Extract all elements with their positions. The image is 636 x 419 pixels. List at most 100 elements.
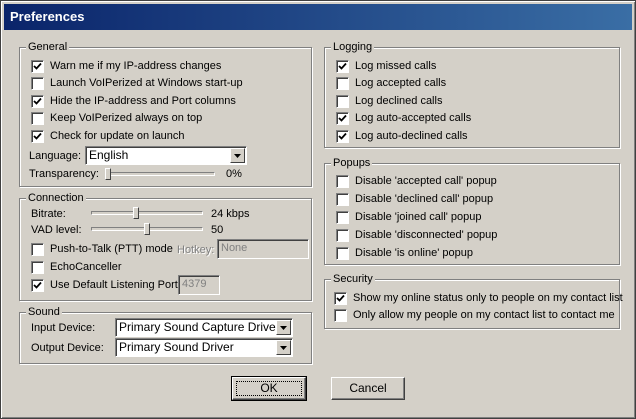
language-label: Language: [29,150,81,162]
general-option-hide-columns[interactable]: Hide the IP-address and Port columns [31,93,236,109]
chevron-down-icon[interactable] [276,340,291,355]
log-auto-accepted-option[interactable]: Log auto-accepted calls [336,110,471,126]
checkbox-icon[interactable] [336,192,349,206]
output-device-select[interactable]: Primary Sound Driver [115,338,293,357]
option-label: Disable 'is online' popup [355,247,473,259]
transparency-value: 0% [226,168,242,180]
chevron-down-icon[interactable] [276,320,291,335]
ptt-mode-option[interactable]: Push-to-Talk (PTT) mode [31,241,173,257]
input-device-label: Input Device: [31,322,96,334]
checkbox-icon[interactable] [336,59,349,73]
option-label: Disable 'joined call' popup [355,211,482,223]
log-declined-calls-option[interactable]: Log declined calls [336,93,442,109]
general-option-always-on-top[interactable]: Keep VoIPerized always on top [31,110,202,126]
preferences-window: Preferences General Warn me if my IP-add… [0,0,636,419]
checkbox-icon[interactable] [336,210,349,224]
checkbox-icon[interactable] [31,129,44,143]
checkbox-icon[interactable] [336,174,349,188]
transparency-slider-thumb[interactable] [105,168,111,180]
checkbox-icon[interactable] [334,291,347,305]
checkbox-icon[interactable] [336,94,349,108]
log-missed-calls-option[interactable]: Log missed calls [336,58,436,74]
checkbox-icon[interactable] [31,111,44,125]
input-device-select[interactable]: Primary Sound Capture Driver [115,318,293,337]
cancel-button[interactable]: Cancel [331,377,405,400]
log-accepted-calls-option[interactable]: Log accepted calls [336,75,446,91]
connection-legend: Connection [26,191,86,205]
vad-slider-thumb[interactable] [144,223,150,235]
popup-is-online-option[interactable]: Disable 'is online' popup [336,245,473,261]
option-label: Warn me if my IP-address changes [50,60,222,72]
option-label: Disable 'disconnected' popup [355,229,498,241]
checkbox-icon[interactable] [31,260,44,274]
output-device-value: Primary Sound Driver [119,340,234,354]
option-label: Keep VoIPerized always on top [50,112,203,124]
option-label: Disable 'accepted call' popup [355,175,497,187]
default-port-option[interactable]: Use Default Listening Port [31,277,178,293]
security-show-status-option[interactable]: Show my online status only to people on … [334,290,623,306]
option-label: Log auto-accepted calls [355,112,472,124]
popup-accepted-call-option[interactable]: Disable 'accepted call' popup [336,173,497,189]
chevron-down-icon[interactable] [230,148,245,163]
focus-rect [236,381,302,396]
checkbox-icon[interactable] [336,228,349,242]
sound-legend: Sound [26,305,62,319]
logging-legend: Logging [331,40,375,54]
popup-declined-call-option[interactable]: Disable 'declined call' popup [336,191,493,207]
bitrate-label: Bitrate: [31,208,66,220]
language-value: English [89,148,129,162]
checkbox-icon[interactable] [31,242,44,256]
hotkey-label: Hotkey: [177,244,215,256]
popups-legend: Popups [331,156,373,170]
bitrate-slider-thumb[interactable] [133,207,140,219]
bitrate-value: 24 kbps [211,208,250,220]
checkbox-icon[interactable] [31,59,44,73]
checkbox-icon[interactable] [336,129,349,143]
port-value: 4379 [182,278,207,290]
security-legend: Security [331,272,375,286]
option-label: Check for update on launch [50,130,185,142]
output-device-label: Output Device: [31,342,104,354]
option-label: Show my online status only to people on … [353,292,623,304]
echo-canceller-option[interactable]: EchoCanceller [31,259,122,275]
option-label: Use Default Listening Port [50,279,178,291]
option-label: Launch VoIPerized at Windows start-up [50,77,243,89]
ok-button[interactable]: OK [231,376,307,401]
general-option-warn-ip[interactable]: Warn me if my IP-address changes [31,58,221,74]
checkbox-icon[interactable] [31,278,44,292]
vad-label: VAD level: [31,224,82,236]
checkbox-icon[interactable] [334,308,347,322]
general-option-launch-startup[interactable]: Launch VoIPerized at Windows start-up [31,75,243,91]
cancel-button-label: Cancel [349,381,387,395]
option-label: Push-to-Talk (PTT) mode [50,243,173,255]
popup-joined-call-option[interactable]: Disable 'joined call' popup [336,209,482,225]
transparency-slider-track [105,172,215,176]
option-label: Only allow my people on my contact list … [353,309,615,321]
checkbox-icon[interactable] [336,76,349,90]
transparency-label: Transparency: [29,168,99,180]
option-label: Log missed calls [355,60,437,72]
window-title: Preferences [4,4,632,30]
general-legend: General [26,40,70,54]
checkbox-icon[interactable] [31,76,44,90]
bitrate-slider-track [91,211,203,215]
option-label: Log auto-declined calls [355,130,468,142]
general-option-check-update[interactable]: Check for update on launch [31,128,185,144]
hotkey-value: None [221,242,248,254]
checkbox-icon[interactable] [336,111,349,125]
security-allow-contacts-option[interactable]: Only allow my people on my contact list … [334,307,615,323]
option-label: Hide the IP-address and Port columns [50,95,236,107]
vad-value: 50 [211,224,224,236]
port-input[interactable]: 4379 [178,275,220,295]
option-label: Log declined calls [355,95,443,107]
option-label: Disable 'declined call' popup [355,193,494,205]
popup-disconnected-option[interactable]: Disable 'disconnected' popup [336,227,497,243]
hotkey-input[interactable]: None [217,239,309,259]
checkbox-icon[interactable] [31,94,44,108]
input-device-value: Primary Sound Capture Driver [119,320,280,334]
language-select[interactable]: English [85,146,247,165]
checkbox-icon[interactable] [336,246,349,260]
option-label: Log accepted calls [355,77,447,89]
option-label: EchoCanceller [50,261,122,273]
log-auto-declined-option[interactable]: Log auto-declined calls [336,128,468,144]
